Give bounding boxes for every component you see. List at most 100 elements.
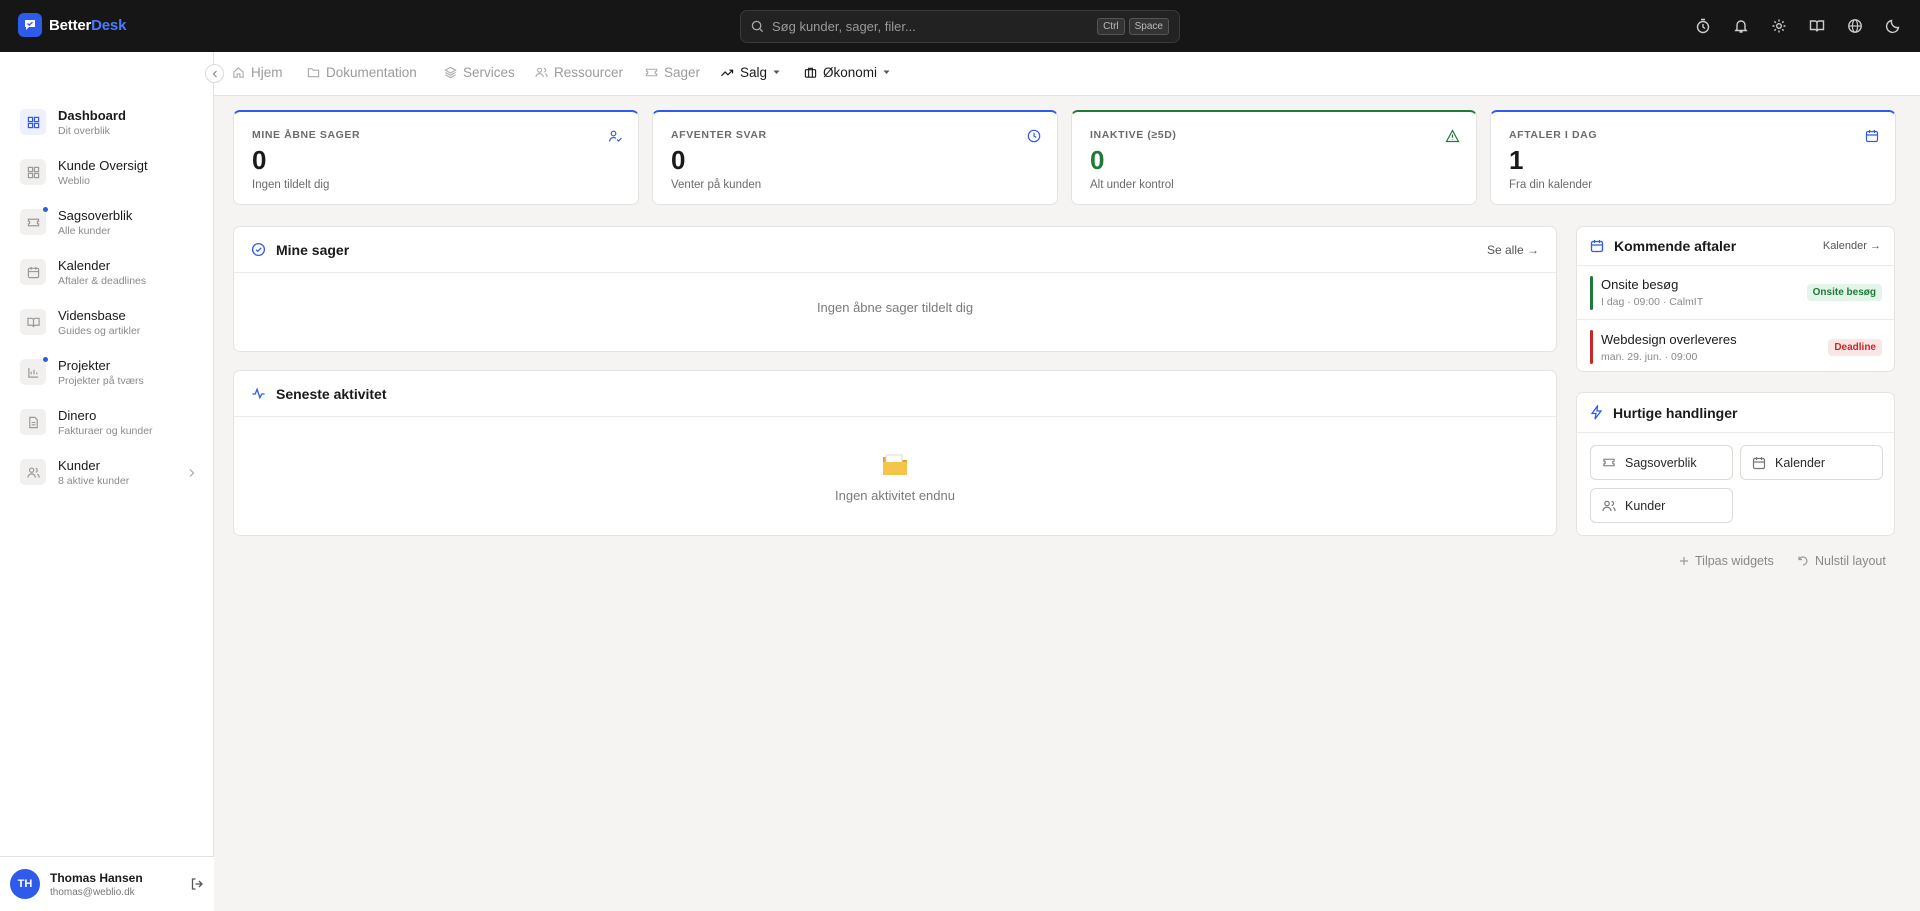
tab-label: Services (463, 65, 515, 80)
appointment-title: Onsite besøg (1601, 277, 1679, 292)
tab-sager[interactable]: Sager (645, 65, 700, 80)
avatar[interactable]: TH (10, 869, 40, 899)
plus-icon (1679, 556, 1689, 566)
quick-action-kunder[interactable]: Kunder (1590, 488, 1733, 523)
stat-label: INAKTIVE (≥5D) (1090, 129, 1177, 141)
stat-value: 1 (1509, 145, 1524, 175)
sidebar: Dashboard Dit overblik Kunde Oversigt Webl… (0, 52, 214, 911)
gear-icon[interactable] (1770, 17, 1788, 35)
book-open-icon (20, 309, 46, 335)
trending-up-icon (721, 69, 734, 77)
sidebar-collapse-button[interactable] (205, 64, 224, 83)
calendar-link[interactable]: Kalender → (1823, 240, 1881, 252)
user-name: Thomas Hansen (50, 870, 143, 885)
upcoming-appointments-panel: Kommende aftaler Kalender → Onsite besøg… (1576, 226, 1895, 372)
appointment-color-bar (1590, 275, 1593, 310)
sidebar-item-label: Kunde Oversigt (58, 157, 148, 173)
stat-label: AFTALER I DAG (1509, 129, 1598, 141)
stat-card-appointments-today[interactable]: AFTALER I DAG 1 Fra din kalender (1490, 110, 1896, 205)
bell-icon[interactable] (1732, 17, 1750, 35)
appointment-item[interactable]: Onsite besøg I dag · 09:00 · CalmIT Onsi… (1577, 266, 1894, 320)
see-all-link[interactable]: Se alle → (1487, 243, 1539, 257)
appointment-badge: Onsite besøg (1806, 284, 1882, 301)
search-input[interactable] (772, 19, 1094, 34)
tab-ressourcer[interactable]: Ressourcer (535, 65, 623, 80)
module-tabs: Hjem Dokumentation Services Ressourcer S… (214, 52, 1920, 96)
sidebar-item-sub: Weblio (58, 174, 90, 187)
quick-action-label: Kunder (1625, 498, 1666, 513)
reset-layout-button[interactable]: Nulstil layout (1797, 554, 1886, 568)
stat-card-awaiting-reply[interactable]: AFVENTER SVAR 0 Venter på kunden (652, 110, 1058, 205)
sidebar-item-sub: Guides og artikler (58, 324, 141, 337)
stat-value: 0 (252, 145, 267, 175)
sidebar-item-projekter[interactable]: Projekter Projekter på tværs (20, 352, 200, 392)
sidebar-item-kunder[interactable]: Kunder 8 aktive kunder (20, 452, 200, 492)
appointment-item[interactable]: Webdesign overleveres man. 29. jun. · 09… (1577, 320, 1894, 371)
sidebar-item-kalender[interactable]: Kalender Aftaler & deadlines (20, 252, 200, 292)
panel-title: Seneste aktivitet (276, 385, 387, 402)
moon-icon[interactable] (1884, 17, 1902, 35)
quick-action-label: Kalender (1775, 455, 1826, 470)
timer-icon[interactable] (1694, 17, 1712, 35)
chevron-right-icon[interactable] (188, 465, 196, 483)
ticket-icon (1603, 458, 1615, 467)
calendar-icon (20, 259, 46, 285)
book-icon[interactable] (1808, 17, 1826, 35)
tab-hjem[interactable]: Hjem (232, 65, 283, 80)
stat-card-open-cases[interactable]: MINE ÅBNE SAGER 0 Ingen tildelt dig (233, 110, 639, 205)
users-icon (1602, 500, 1616, 511)
globe-icon[interactable] (1846, 17, 1864, 35)
lightning-icon (1590, 405, 1603, 420)
notification-dot (43, 357, 48, 362)
appointment-meta: man. 29. jun. · 09:00 (1601, 350, 1698, 363)
sidebar-item-label: Dashboard (58, 107, 126, 123)
my-cases-panel: Mine sager Se alle → Ingen åbne sager ti… (233, 226, 1557, 352)
brand[interactable]: BetterDesk (18, 13, 126, 37)
quick-action-kalender[interactable]: Kalender (1740, 445, 1883, 480)
stat-label: AFVENTER SVAR (671, 129, 767, 141)
clock-icon (1027, 129, 1041, 143)
tab-label: Økonomi (823, 65, 878, 80)
home-icon (233, 67, 244, 78)
sidebar-item-sagsoverblik[interactable]: Sagsoverblik Alle kunder (20, 202, 200, 242)
tab-label: Sager (664, 65, 701, 80)
sidebar-item-label: Vidensbase (58, 307, 126, 323)
customize-label: Tilpas widgets (1695, 554, 1774, 568)
tab-okonomi[interactable]: Økonomi (804, 65, 890, 80)
users-icon (535, 67, 548, 78)
stat-card-inactive[interactable]: INAKTIVE (≥5D) 0 Alt under kontrol (1071, 110, 1477, 205)
shortcut-key-ctrl: Ctrl (1097, 18, 1125, 35)
grid-icon (20, 159, 46, 185)
sidebar-item-dinero[interactable]: Dinero Fakturaer og kunder (20, 402, 200, 442)
ticket-icon (20, 207, 48, 235)
sidebar-item-label: Dinero (58, 407, 97, 423)
quick-action-sagsoverblik[interactable]: Sagsoverblik (1590, 445, 1733, 480)
user-email: thomas@weblio.dk (50, 886, 135, 898)
empty-state: Ingen aktivitet endnu (234, 417, 1556, 503)
sidebar-item-label: Sagsoverblik (58, 207, 133, 223)
logout-icon[interactable] (190, 877, 204, 891)
activity-icon (251, 386, 266, 401)
invoice-icon (20, 409, 46, 435)
tab-dokumentation[interactable]: Dokumentation (307, 65, 417, 80)
tab-services[interactable]: Services (444, 65, 515, 80)
sidebar-item-label: Projekter (58, 357, 111, 373)
stat-value: 0 (671, 145, 686, 175)
kanban-icon (20, 357, 48, 385)
sidebar-item-dashboard[interactable]: Dashboard Dit overblik (20, 102, 200, 142)
appointment-title: Webdesign overleveres (1601, 331, 1737, 347)
sidebar-item-kunde-oversigt[interactable]: Kunde Oversigt Weblio (20, 152, 200, 192)
tab-label: Salg (740, 65, 768, 80)
reset-label: Nulstil layout (1815, 554, 1886, 568)
calendar-icon (1752, 456, 1766, 469)
tab-salg[interactable]: Salg (720, 65, 780, 80)
sidebar-item-sub: Projekter på tværs (58, 374, 144, 387)
sidebar-item-label: Kunder (58, 457, 100, 473)
user-profile: TH Thomas Hansen thomas@weblio.dk (0, 856, 214, 911)
sidebar-item-vidensbase[interactable]: Vidensbase Guides og artikler (20, 302, 200, 342)
customize-widgets-button[interactable]: Tilpas widgets (1679, 554, 1774, 568)
recent-activity-panel: Seneste aktivitet Ingen aktivitet endnu (233, 370, 1557, 536)
panel-title: Mine sager (276, 241, 350, 258)
global-search[interactable]: Ctrl Space (740, 10, 1180, 43)
calendar-icon (1590, 239, 1604, 253)
